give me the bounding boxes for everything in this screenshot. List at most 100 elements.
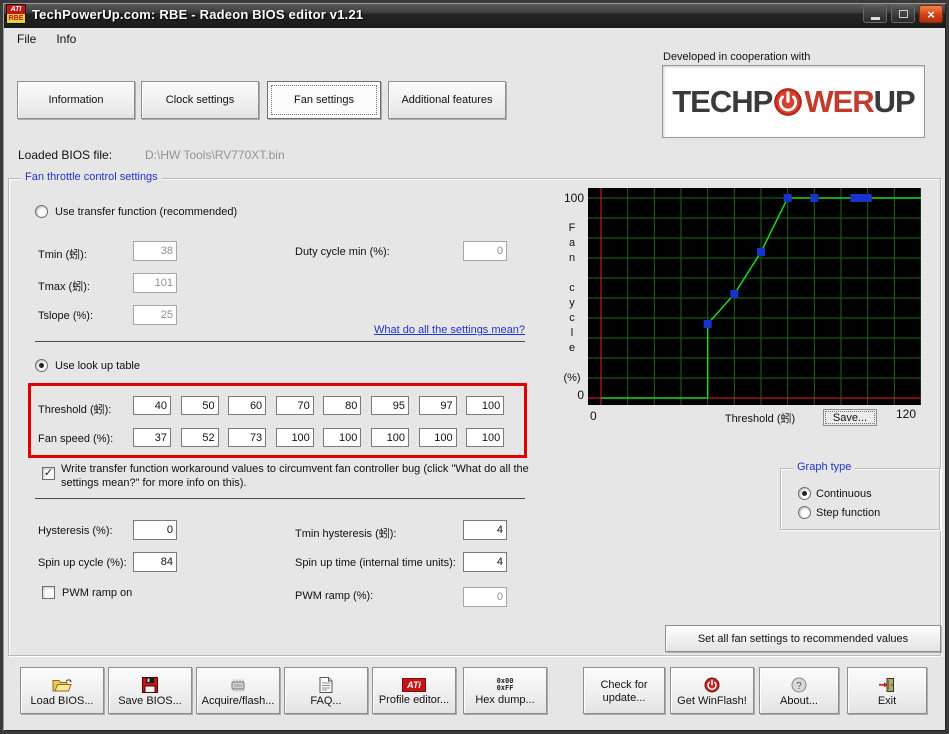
fan-curve-point[interactable] — [855, 194, 864, 202]
tmax-input[interactable] — [133, 273, 177, 293]
titlebar[interactable]: ATI RBE TechPowerUp.com: RBE - Radeon BI… — [0, 0, 949, 28]
graph-y-axis-letter: c — [569, 282, 575, 294]
faq-button[interactable]: FAQ... — [284, 667, 368, 714]
pwm-ramp-on-checkbox[interactable] — [42, 586, 55, 599]
transfer-function-radio[interactable] — [35, 205, 48, 218]
workaround-checkbox-label: Write transfer function workaround value… — [61, 463, 529, 489]
fan-curve-graph[interactable] — [588, 188, 922, 405]
threshold-input[interactable] — [418, 396, 457, 415]
pwm-ramp-label: PWM ramp (%): — [295, 590, 374, 602]
app-icon-rbe: RBE — [7, 14, 25, 23]
threshold-input[interactable] — [228, 396, 267, 415]
app-icon: ATI RBE — [6, 4, 26, 24]
fanspeed-input[interactable] — [133, 428, 171, 447]
hex-icon: 0x00 0xFF — [496, 677, 514, 692]
app-icon-ati: ATI — [7, 5, 25, 14]
threshold-input[interactable] — [133, 396, 171, 415]
load-bios-button[interactable]: Load BIOS... — [20, 667, 104, 714]
fan-curve-point[interactable] — [810, 194, 819, 202]
threshold-row — [133, 396, 513, 415]
loaded-bios-path: D:\HW Tools\RV770XT.bin — [145, 148, 285, 162]
graph-y-axis-letter: n — [568, 252, 576, 264]
fanspeed-input[interactable] — [275, 428, 314, 447]
graph-y-max-tick: 100 — [563, 191, 584, 205]
fanspeed-input[interactable] — [418, 428, 457, 447]
tab-information[interactable]: Information — [17, 81, 135, 119]
fan-curve-point[interactable] — [703, 320, 712, 328]
duty-cycle-min-input[interactable] — [463, 241, 507, 261]
chip-icon — [231, 679, 245, 691]
set-recommended-button[interactable]: Set all fan settings to recommended valu… — [665, 625, 941, 652]
about-button[interactable]: ? About... — [759, 667, 839, 714]
threshold-input[interactable] — [180, 396, 219, 415]
save-bios-label: Save BIOS... — [118, 695, 182, 707]
exit-button[interactable]: Exit — [847, 667, 927, 714]
save-bios-button[interactable]: Save BIOS... — [108, 667, 192, 714]
threshold-input[interactable] — [371, 396, 409, 415]
check-update-button[interactable]: Check for update... — [583, 667, 665, 714]
get-winflash-button[interactable]: Get WinFlash! — [670, 667, 754, 714]
tmax-label: Tmax (蚓): — [38, 281, 90, 293]
tab-additional-features[interactable]: Additional features — [388, 81, 506, 119]
hysteresis-label: Hysteresis (%): — [38, 525, 113, 537]
fan-curve-point[interactable] — [783, 194, 792, 202]
graph-y-min-tick: 0 — [577, 388, 584, 402]
fanspeed-input[interactable] — [466, 428, 505, 447]
close-icon: × — [927, 6, 935, 22]
fanspeed-row — [133, 428, 513, 447]
check-update-label: Check for update... — [600, 679, 648, 704]
spinup-time-input[interactable] — [463, 552, 507, 572]
save-graph-button[interactable]: Save... — [823, 409, 877, 426]
tslope-input[interactable] — [133, 305, 177, 325]
threshold-input[interactable] — [466, 396, 505, 415]
threshold-input[interactable] — [275, 396, 314, 415]
menu-file[interactable]: File — [9, 30, 44, 48]
pwm-ramp-input[interactable] — [463, 587, 507, 607]
tmin-hysteresis-input[interactable] — [463, 520, 507, 540]
tab-clock-settings[interactable]: Clock settings — [141, 81, 259, 119]
hex-dump-button[interactable]: 0x00 0xFF Hex dump... — [463, 667, 547, 714]
fan-curve-plot[interactable] — [588, 188, 922, 405]
acquire-flash-button[interactable]: Acquire/flash... — [196, 667, 280, 714]
threshold-input[interactable] — [323, 396, 362, 415]
acquire-flash-label: Acquire/flash... — [201, 694, 275, 707]
tslope-label: Tslope (%): — [38, 310, 94, 322]
graph-type-continuous-radio[interactable] — [798, 487, 811, 500]
load-bios-label: Load BIOS... — [30, 694, 94, 707]
tmin-input[interactable] — [133, 241, 177, 261]
developed-caption: Developed in cooperation with — [663, 51, 811, 63]
loaded-bios-label: Loaded BIOS file: — [18, 148, 113, 162]
fanspeed-input[interactable] — [180, 428, 219, 447]
settings-help-link[interactable]: What do all the settings mean? — [374, 324, 525, 336]
close-button[interactable]: × — [919, 5, 943, 23]
fanspeed-input[interactable] — [228, 428, 267, 447]
workaround-checkbox[interactable]: ✓ — [42, 467, 55, 480]
threshold-row-label: Threshold (蚓): — [38, 404, 112, 416]
hysteresis-input[interactable] — [133, 520, 177, 540]
graph-x-min-tick: 0 — [590, 409, 597, 423]
fan-curve-point[interactable] — [863, 194, 872, 202]
lookup-table-radio[interactable] — [35, 359, 48, 372]
fanspeed-row-label: Fan speed (%): — [38, 433, 114, 445]
maximize-button[interactable] — [891, 5, 915, 23]
fanspeed-input[interactable] — [323, 428, 362, 447]
maximize-icon — [898, 10, 908, 18]
about-label: About... — [780, 695, 818, 707]
profile-editor-label: Profile editor... — [378, 694, 450, 706]
spinup-cycle-input[interactable] — [133, 552, 177, 572]
minimize-icon — [870, 17, 880, 20]
fan-curve-point[interactable] — [757, 248, 765, 256]
exit-label: Exit — [877, 695, 897, 707]
graph-y-axis-letter: a — [568, 237, 576, 249]
faq-label: FAQ... — [310, 695, 342, 707]
profile-editor-button[interactable]: ATi Profile editor... — [372, 667, 456, 714]
menu-info[interactable]: Info — [48, 30, 84, 48]
fan-curve-point[interactable] — [730, 290, 739, 298]
techpowerup-logo: TECHP WER UP — [662, 65, 925, 138]
minimize-button[interactable] — [863, 5, 887, 23]
graph-type-step-label: Step function — [816, 507, 881, 519]
graph-type-step-radio[interactable] — [798, 506, 811, 519]
graph-y-axis-letter — [560, 267, 584, 282]
fanspeed-input[interactable] — [371, 428, 409, 447]
tab-fan-settings[interactable]: Fan settings — [267, 81, 381, 119]
